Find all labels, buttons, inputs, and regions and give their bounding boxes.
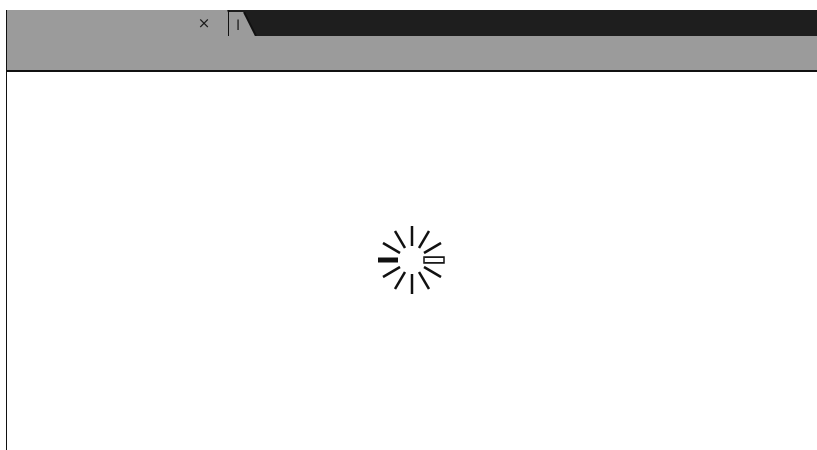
new-tab-icon: I [227,11,257,37]
spinner-spoke [393,271,407,290]
close-tab-button[interactable]: × [197,14,211,32]
new-tab-button[interactable]: I [227,11,257,37]
spinner-spoke [417,271,431,290]
active-tab[interactable] [6,10,228,36]
spinner-spoke [423,265,442,279]
browser-window: × I [0,0,817,450]
new-tab-label: I [236,18,240,34]
toolbar [6,36,817,72]
spinner-spoke [382,241,401,255]
spinner-spoke [423,241,442,255]
spinner-spoke [393,230,407,249]
spinner-spoke [382,265,401,279]
close-icon: × [197,14,211,32]
loading-spinner-icon [370,218,466,302]
spinner-spoke [417,230,431,249]
